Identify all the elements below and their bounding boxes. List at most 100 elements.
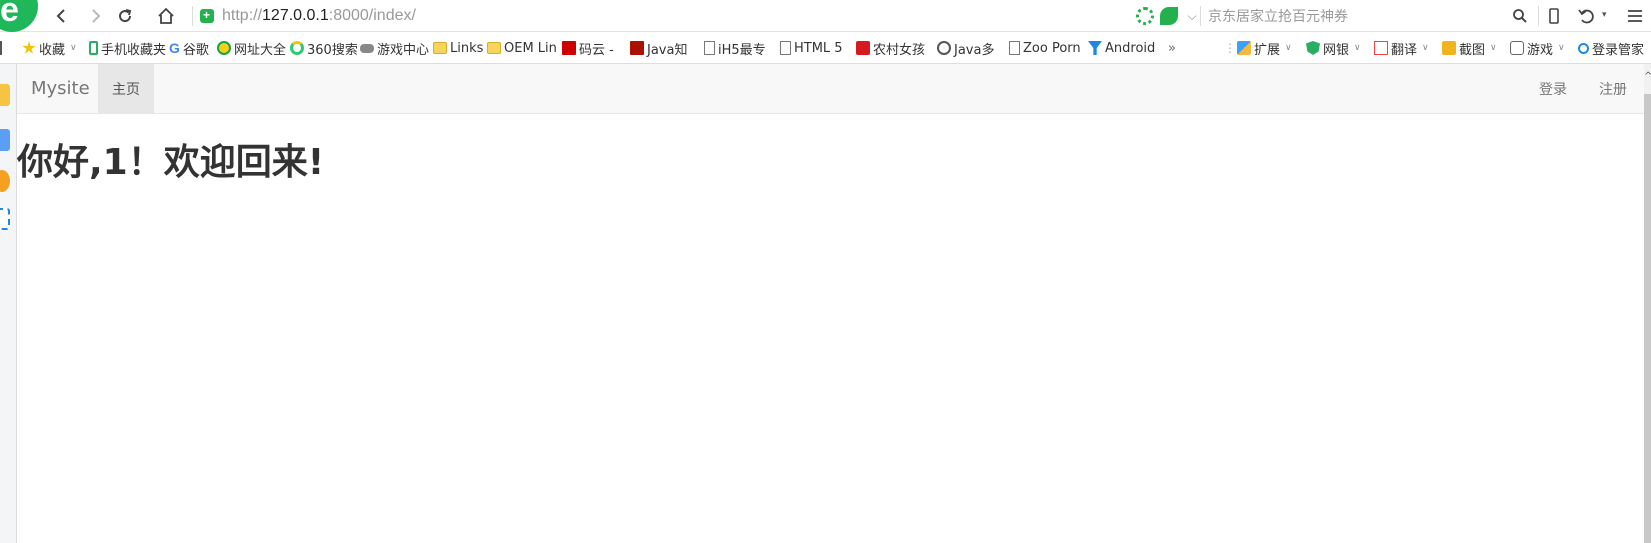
- search-input[interactable]: 京东居家立抢百元神券: [1208, 3, 1538, 29]
- reload-icon[interactable]: [113, 4, 137, 28]
- java-icon: [630, 41, 644, 55]
- mobile-device-icon[interactable]: [1542, 4, 1566, 28]
- page-scrollbar[interactable]: ^: [1644, 64, 1651, 543]
- bank-shield-icon: [1306, 41, 1320, 55]
- bookmarks-overflow-button[interactable]: »: [1168, 39, 1176, 57]
- toolbar-divider: [1200, 6, 1201, 26]
- gamepad-icon: [1510, 41, 1524, 55]
- gamepad-icon: [360, 43, 374, 53]
- bookmark-oem-links[interactable]: OEM Lin: [487, 39, 557, 57]
- chevron-down-icon[interactable]: ⌵: [1183, 7, 1201, 25]
- chevron-down-icon: ∨: [1558, 43, 1565, 53]
- folder-icon: [433, 42, 447, 54]
- sidebar-edge-marker: [0, 41, 2, 55]
- star-icon: [22, 41, 36, 54]
- login-manager-icon: [1578, 42, 1589, 54]
- bookmarks-bar: 收藏 ∨ 手机收藏夹 G 谷歌 网址大全 360搜索 游戏中心 Links OE…: [0, 32, 1651, 64]
- bookmark-label: Links: [450, 40, 484, 56]
- toolbar-item-label: 翻译: [1391, 42, 1418, 58]
- gitee-icon: [562, 41, 576, 55]
- bookmark-360-search[interactable]: 360搜索: [290, 39, 358, 57]
- toolbar-item-label: 游戏: [1527, 42, 1554, 58]
- bookmark-android[interactable]: Android: [1088, 39, 1155, 57]
- sidebar-docs-icon[interactable]: [0, 129, 10, 151]
- bookmark-favorites[interactable]: 收藏 ∨: [22, 39, 77, 57]
- bookmark-label: 手机收藏夹: [101, 42, 167, 58]
- site-brand[interactable]: Mysite: [31, 78, 90, 99]
- toolbar-item-label: 扩展: [1254, 42, 1281, 58]
- toolbar-login-manager[interactable]: 登录管家: [1578, 39, 1651, 57]
- undo-icon[interactable]: [1574, 4, 1598, 28]
- toolbar-online-banking[interactable]: 网银 ∨: [1306, 39, 1361, 57]
- bookmark-label: Android: [1105, 40, 1156, 56]
- toolbar-divider: [1538, 6, 1539, 26]
- bookmark-google[interactable]: G 谷歌: [169, 39, 209, 57]
- bookmark-html5[interactable]: HTML 5: [780, 39, 843, 57]
- bookmark-gitee[interactable]: 码云 -: [562, 39, 622, 57]
- toolbar-extensions[interactable]: 扩展 ∨: [1237, 39, 1292, 57]
- back-arrow-icon[interactable]: [50, 4, 74, 28]
- toolbar-screenshot[interactable]: 截图 ∨: [1442, 39, 1497, 57]
- url-protocol: http://: [222, 7, 263, 24]
- web-directory-icon: [217, 41, 231, 55]
- address-bar[interactable]: http://127.0.0.1:8000/index/: [200, 3, 1190, 29]
- bookmark-game-center[interactable]: 游戏中心: [360, 39, 429, 57]
- browser-sidebar: [0, 64, 17, 543]
- leaf-icon[interactable]: [1160, 7, 1178, 25]
- toolbar-games[interactable]: 游戏 ∨: [1510, 39, 1565, 57]
- secure-shield-icon: [200, 8, 214, 23]
- bookmark-label: Zoo Porn: [1023, 40, 1081, 56]
- scroll-up-icon[interactable]: ^: [1644, 72, 1651, 82]
- extensions-icon: [1237, 41, 1251, 55]
- bookmark-links[interactable]: Links: [433, 39, 483, 57]
- forward-arrow-icon[interactable]: [83, 4, 107, 28]
- c-logo-icon: [856, 41, 870, 55]
- page-icon: [780, 41, 791, 55]
- toolbar-translate[interactable]: 翻译 ∨: [1374, 39, 1429, 57]
- url-path: :8000/index/: [328, 7, 416, 24]
- folder-icon: [487, 42, 501, 54]
- filter-icon: [1088, 41, 1102, 55]
- search-placeholder: 京东居家立抢百元神券: [1208, 9, 1348, 25]
- toolbar-item-label: 登录管家: [1592, 42, 1645, 58]
- phone-icon: [89, 41, 98, 55]
- bookmark-rural-girl[interactable]: 农村女孩: [856, 39, 925, 57]
- home-icon[interactable]: [154, 4, 178, 28]
- scrollbar-thumb[interactable]: [1644, 94, 1651, 543]
- undo-chevron-icon[interactable]: ▾: [1602, 10, 1607, 20]
- speed-mode-icon[interactable]: [1136, 7, 1154, 25]
- bookmark-label: 码云 -: [579, 42, 614, 58]
- chevron-down-icon: ∨: [1422, 43, 1429, 53]
- bookmark-java-multi[interactable]: Java多: [937, 39, 994, 57]
- browser-logo-icon[interactable]: e: [0, 0, 38, 32]
- bookmark-label: iH5最专: [718, 42, 766, 58]
- search-icon[interactable]: [1508, 4, 1532, 28]
- drag-handle-icon: ⋮: [1224, 41, 1236, 55]
- toolbar-divider: [192, 6, 193, 26]
- bookmark-label: HTML 5: [794, 40, 843, 56]
- translate-icon: [1374, 41, 1388, 55]
- bookmark-java-zhi[interactable]: Java知: [630, 39, 692, 57]
- toolbar-item-label: 网银: [1323, 42, 1350, 58]
- bookmark-web-directory[interactable]: 网址大全: [217, 39, 286, 57]
- hamburger-menu-icon[interactable]: [1623, 4, 1647, 28]
- bookmark-zoo[interactable]: Zoo Porn: [1009, 39, 1081, 57]
- sidebar-weibo-icon[interactable]: [0, 170, 10, 192]
- sidebar-favorites-icon[interactable]: [0, 84, 10, 106]
- toolbar-item-label: 截图: [1459, 42, 1486, 58]
- screenshot-icon: [1442, 41, 1456, 55]
- bookmark-label: Java知: [647, 42, 688, 58]
- bookmark-label: 农村女孩: [873, 42, 926, 58]
- nav-login-link[interactable]: 登录: [1539, 64, 1567, 114]
- google-icon: G: [169, 40, 180, 56]
- sidebar-screenshot-icon[interactable]: [0, 208, 10, 230]
- java-swirl-icon: [937, 41, 951, 55]
- welcome-heading: 你好,1！欢迎回来!: [17, 142, 325, 183]
- nav-home-link[interactable]: 主页: [98, 64, 154, 114]
- nav-register-link[interactable]: 注册: [1599, 64, 1627, 114]
- bookmark-label: 游戏中心: [377, 42, 430, 58]
- bookmark-mobile-favorites[interactable]: 手机收藏夹: [89, 39, 166, 57]
- bookmark-ih5[interactable]: iH5最专: [704, 39, 774, 57]
- browser-window: e http://127.0.0.1:8000/index/ ⌵ 京东居家立抢百…: [0, 0, 1651, 543]
- page-icon: [704, 41, 715, 55]
